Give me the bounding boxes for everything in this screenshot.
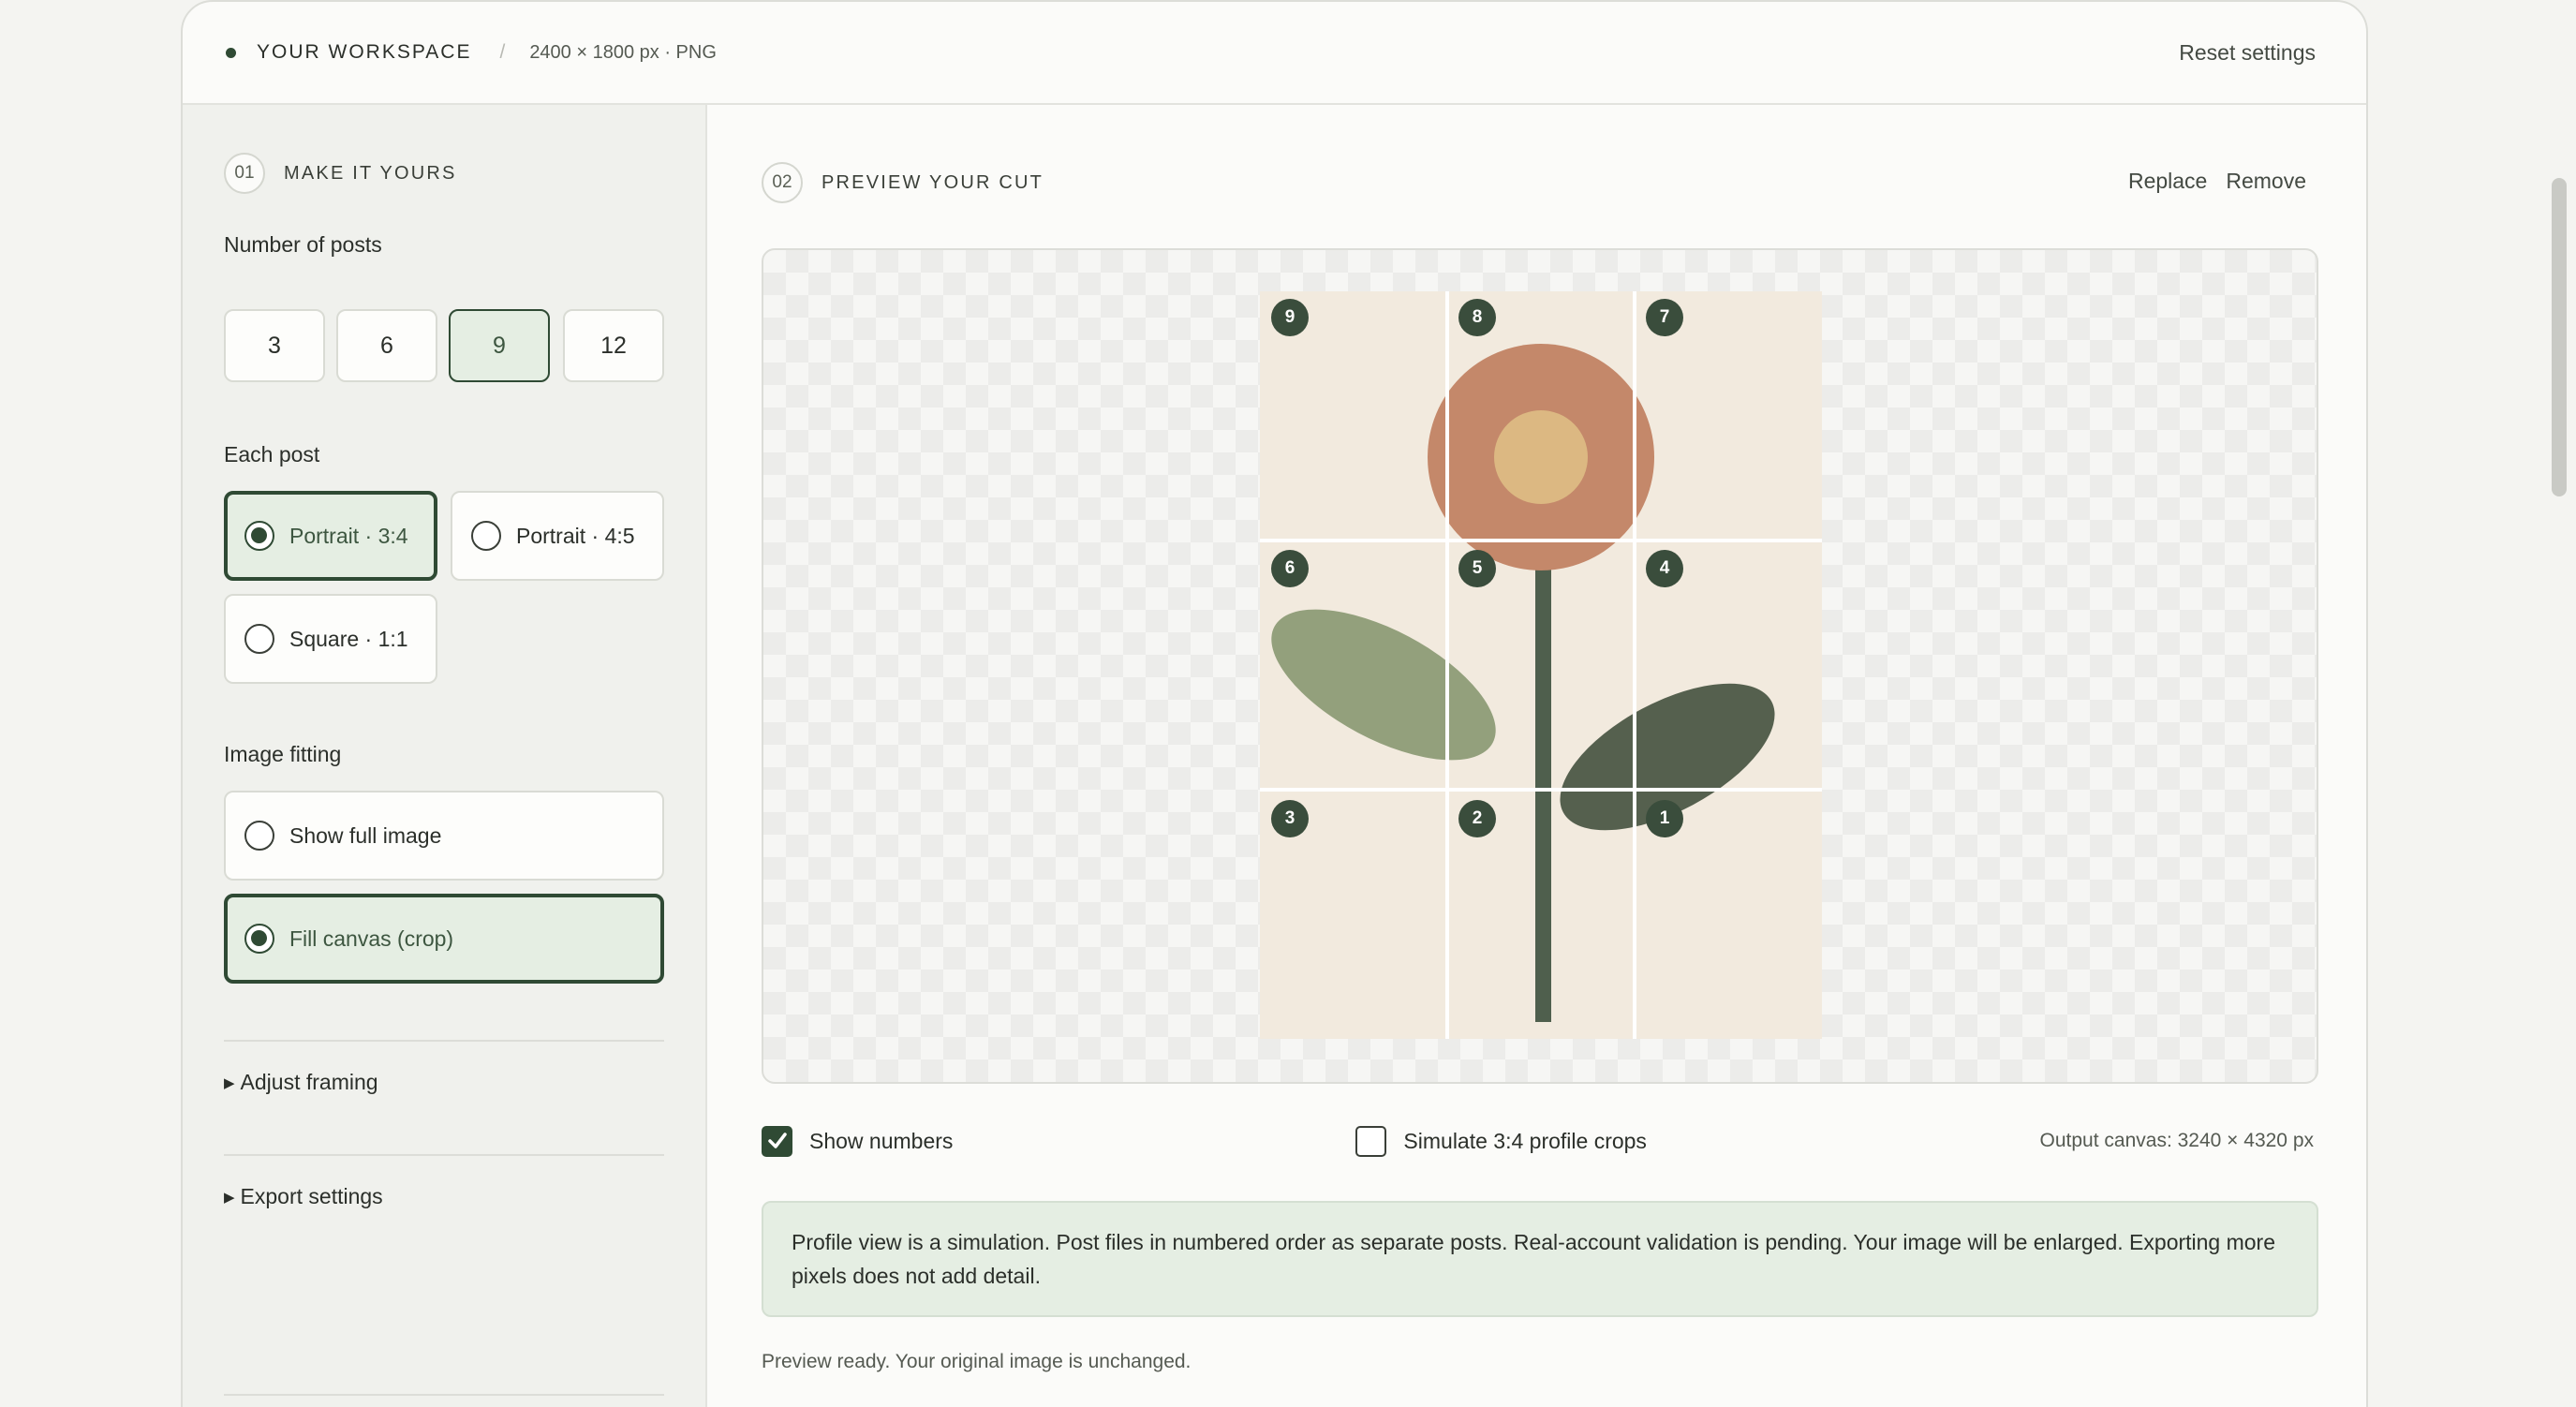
tile-number-badge: 1 [1646, 800, 1683, 837]
post-count-12[interactable]: 12 [563, 309, 664, 382]
show-numbers-label: Show numbers [809, 1128, 954, 1153]
status-message: Preview ready. Your original image is un… [762, 1351, 1192, 1372]
workspace-title: YOUR WORKSPACE [257, 41, 472, 63]
fitting-fill-canvas[interactable]: Fill canvas (crop) [224, 894, 664, 984]
checkbox-checked-icon [762, 1125, 792, 1157]
page-scrollbar[interactable] [2552, 178, 2567, 496]
section-title: MAKE IT YOURS [284, 162, 457, 184]
grid-line [1445, 291, 1449, 1039]
radio-icon [471, 521, 501, 551]
flower-leaf-left [1271, 609, 1496, 761]
radio-icon [244, 521, 274, 551]
breadcrumb-separator: / [499, 41, 506, 63]
format-portrait-3-4[interactable]: Portrait · 3:4 [224, 491, 437, 581]
top-bar: YOUR WORKSPACE / 2400 × 1800 px · PNG Re… [183, 2, 2366, 105]
divider [224, 1394, 664, 1396]
tile-number-badge: 9 [1271, 299, 1309, 336]
simulate-label: Simulate 3:4 profile crops [1403, 1128, 1647, 1153]
section-number: 01 [224, 153, 265, 194]
divider [224, 1154, 664, 1156]
each-post-label: Each post [224, 442, 320, 467]
caret-right-icon: ▶ [224, 1189, 235, 1206]
fitting-label: Fill canvas (crop) [289, 926, 454, 951]
posts-label: Number of posts [224, 232, 382, 257]
export-settings-toggle[interactable]: ▶ Export settings [224, 1184, 383, 1209]
grid-line [1260, 788, 1822, 792]
tile-number-badge: 3 [1271, 800, 1309, 837]
format-label: Portrait · 4:5 [516, 523, 635, 548]
format-portrait-4-5[interactable]: Portrait · 4:5 [451, 491, 664, 581]
preview-panel: 02 PREVIEW YOUR CUT Replace Remove 9 8 7… [709, 105, 2366, 1407]
simulate-profile-crops-checkbox[interactable]: Simulate 3:4 profile crops [1355, 1125, 1647, 1157]
post-count-3[interactable]: 3 [224, 309, 325, 382]
section-number: 02 [762, 162, 803, 203]
caret-right-icon: ▶ [224, 1074, 235, 1091]
export-settings-label: Export settings [240, 1184, 383, 1208]
remove-button[interactable]: Remove [2226, 169, 2306, 194]
image-fitting-label: Image fitting [224, 742, 342, 766]
status-dot [226, 47, 236, 58]
app-window: YOUR WORKSPACE / 2400 × 1800 px · PNG Re… [181, 0, 2368, 1407]
tile-number-badge: 2 [1458, 800, 1496, 837]
divider [224, 1040, 664, 1042]
checkbox-empty-icon [1355, 1125, 1387, 1157]
tile-number-badge: 8 [1458, 299, 1496, 336]
show-numbers-checkbox[interactable]: Show numbers [762, 1125, 954, 1157]
section-header-preview: 02 PREVIEW YOUR CUT [762, 162, 1044, 203]
radio-icon [244, 924, 274, 954]
format-label: Square · 1:1 [289, 626, 408, 651]
adjust-framing-toggle[interactable]: ▶ Adjust framing [224, 1070, 378, 1095]
settings-panel: 01 MAKE IT YOURS Number of posts 3 6 9 1… [183, 105, 707, 1407]
flower-center [1494, 410, 1588, 504]
tile-number-badge: 4 [1646, 550, 1683, 587]
format-label: Portrait · 3:4 [289, 523, 408, 548]
post-count-6[interactable]: 6 [336, 309, 437, 382]
section-title: PREVIEW YOUR CUT [822, 171, 1044, 193]
preview-controls: Show numbers Simulate 3:4 profile crops … [762, 1115, 2314, 1167]
output-canvas-size: Output canvas: 3240 × 4320 px [2039, 1130, 2314, 1151]
grid-line [1633, 291, 1636, 1039]
radio-icon [244, 624, 274, 654]
preview-stage: 9 8 7 6 5 4 3 2 1 [762, 248, 2318, 1084]
tile-number-badge: 5 [1458, 550, 1496, 587]
fitting-show-full-image[interactable]: Show full image [224, 791, 664, 881]
post-count-9[interactable]: 9 [449, 309, 550, 382]
info-notice: Profile view is a simulation. Post files… [762, 1201, 2318, 1317]
flower-illustration [1271, 344, 1775, 1022]
grid-line [1260, 539, 1822, 542]
image-actions: Replace Remove [2128, 169, 2306, 194]
tile-number-badge: 7 [1646, 299, 1683, 336]
replace-button[interactable]: Replace [2128, 169, 2207, 194]
image-meta: 2400 × 1800 px · PNG [529, 41, 717, 63]
reset-settings-button[interactable]: Reset settings [2179, 40, 2316, 66]
radio-icon [244, 821, 274, 851]
section-header-make-it-yours: 01 MAKE IT YOURS [224, 153, 457, 194]
adjust-framing-label: Adjust framing [240, 1070, 378, 1094]
fitting-label: Show full image [289, 822, 442, 848]
preview-artwork: 9 8 7 6 5 4 3 2 1 [1260, 291, 1822, 1039]
tile-number-badge: 6 [1271, 550, 1309, 587]
format-square-1-1[interactable]: Square · 1:1 [224, 594, 437, 684]
